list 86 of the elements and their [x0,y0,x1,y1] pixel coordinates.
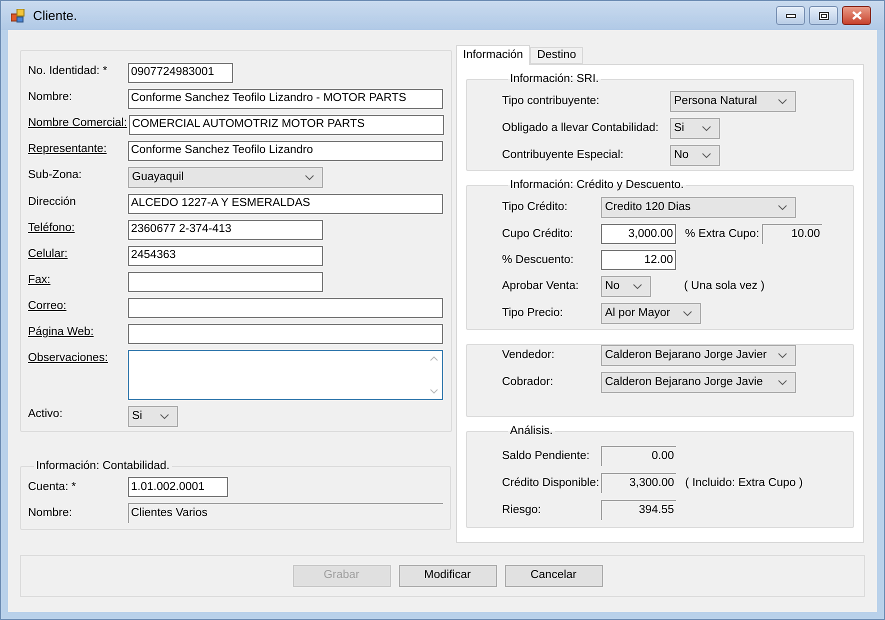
input-field[interactable]: 2360677 2-374-413 [128,220,323,240]
window-title: Cliente. [33,6,78,25]
action-button[interactable]: Cancelar [504,565,602,587]
field-label: Dirección [28,196,76,208]
dropdown[interactable]: Guayaquil [128,167,323,188]
field-label: Crédito Disponible: [502,476,600,489]
dropdown[interactable]: Si [670,118,720,140]
chevron-down-icon [683,310,692,317]
input-field[interactable]: 394.55 [601,500,676,520]
field-label: Sub-Zona: [28,169,82,181]
input-field[interactable]: 2454363 [128,246,323,266]
maximize-icon [818,12,828,20]
close-button[interactable] [842,6,871,25]
input-field[interactable] [128,324,443,344]
dropdown[interactable]: Calderon Bejarano Jorge Javier [601,345,796,366]
text-area[interactable] [128,350,443,400]
note-text: ( Una sola vez ) [684,279,765,294]
input-field[interactable]: 3,300.00 [601,473,676,494]
dropdown[interactable]: No [601,276,651,298]
field-label: No. Identidad: * [28,65,108,77]
input-field[interactable]: 0.00 [601,446,676,466]
input-field[interactable] [128,272,323,292]
field-label[interactable]: Nombre Comercial: [28,117,128,129]
field-label[interactable]: Página Web: [28,326,94,338]
field-label[interactable]: Representante: [28,143,107,155]
note-text: ( Incluido: Extra Cupo ) [685,476,803,491]
group-title: Información: SRI. [510,73,599,85]
field-label: Aprobar Venta: [502,280,579,292]
input-field[interactable]: 12.00 [601,250,676,270]
input-field[interactable]: COMERCIAL AUTOMOTRIZ MOTOR PARTS [129,115,444,135]
minimize-icon [786,14,796,18]
field-label: Riesgo: [502,504,541,516]
field-label: % Extra Cupo: [685,226,760,242]
input-field[interactable] [128,298,443,318]
field-label: Tipo contribuyente: [502,95,600,108]
chevron-down-icon [702,152,711,159]
action-button[interactable]: Modificar [398,565,496,587]
dropdown[interactable]: Calderon Bejarano Jorge Javie [601,372,796,393]
field-label: Saldo Pendiente: [502,450,590,462]
field-label: Cuenta: * [28,480,76,493]
field-label: Contribuyente Especial: [502,149,624,162]
field-label: Tipo Crédito: [502,201,568,214]
chevron-down-icon [305,174,314,180]
minimize-button[interactable] [776,6,805,25]
dropdown[interactable]: Si [128,406,178,427]
chevron-down-icon [778,352,787,358]
dropdown[interactable]: Al por Mayor [601,303,701,324]
maximize-button[interactable] [809,6,838,25]
input-field[interactable]: Conforme Sanchez Teofilo Lizandro [128,141,443,161]
field-label[interactable]: Fax: [28,274,50,286]
field-label[interactable]: Observaciones: [28,352,108,364]
input-field[interactable]: 1.01.002.0001 [128,477,228,498]
chevron-down-icon [633,284,642,290]
input-field[interactable]: Conforme Sanchez Teofilo Lizandro - MOTOR PARTS [128,89,443,109]
field-label: Activo: [28,408,63,420]
close-icon [852,11,862,20]
dropdown[interactable]: Persona Natural [670,91,796,112]
chevron-down-icon [160,414,169,420]
app-icon [11,8,25,22]
field-label: Nombre: [28,91,72,103]
chevron-down-icon [778,98,787,105]
input-field[interactable]: Clientes Varios [128,503,443,524]
field-label[interactable]: Correo: [28,300,66,312]
tab[interactable]: Información [456,45,530,65]
field-label[interactable]: Teléfono: [28,222,75,234]
field-label: Cupo Crédito: [502,228,573,240]
group-title: Información: Contabilidad. [36,460,170,472]
field-label: Tipo Precio: [502,307,563,320]
chevron-down-icon [778,380,787,386]
field-label: % Descuento: [502,254,574,266]
dropdown[interactable]: No [670,145,720,166]
group-title: Información: Crédito y Descuento. [510,179,684,191]
tab[interactable]: Destino [530,47,584,64]
input-field[interactable]: 10.00 [762,224,822,244]
field-label: Cobrador: [502,376,554,388]
input-field[interactable]: ALCEDO 1227-A Y ESMERALDAS [128,194,443,214]
chevron-down-icon [702,126,711,132]
dropdown[interactable]: Credito 120 Dias [601,197,796,218]
field-label: Obligado a llevar Contabilidad: [502,122,659,134]
input-field[interactable]: 0907724983001 [128,63,233,83]
input-field[interactable]: 3,000.00 [601,224,676,244]
field-label: Vendedor: [502,348,554,361]
field-label[interactable]: Celular: [28,248,68,260]
field-label: Nombre: [28,506,72,519]
group-title: Análisis. [510,425,553,437]
chevron-down-icon [778,204,787,211]
